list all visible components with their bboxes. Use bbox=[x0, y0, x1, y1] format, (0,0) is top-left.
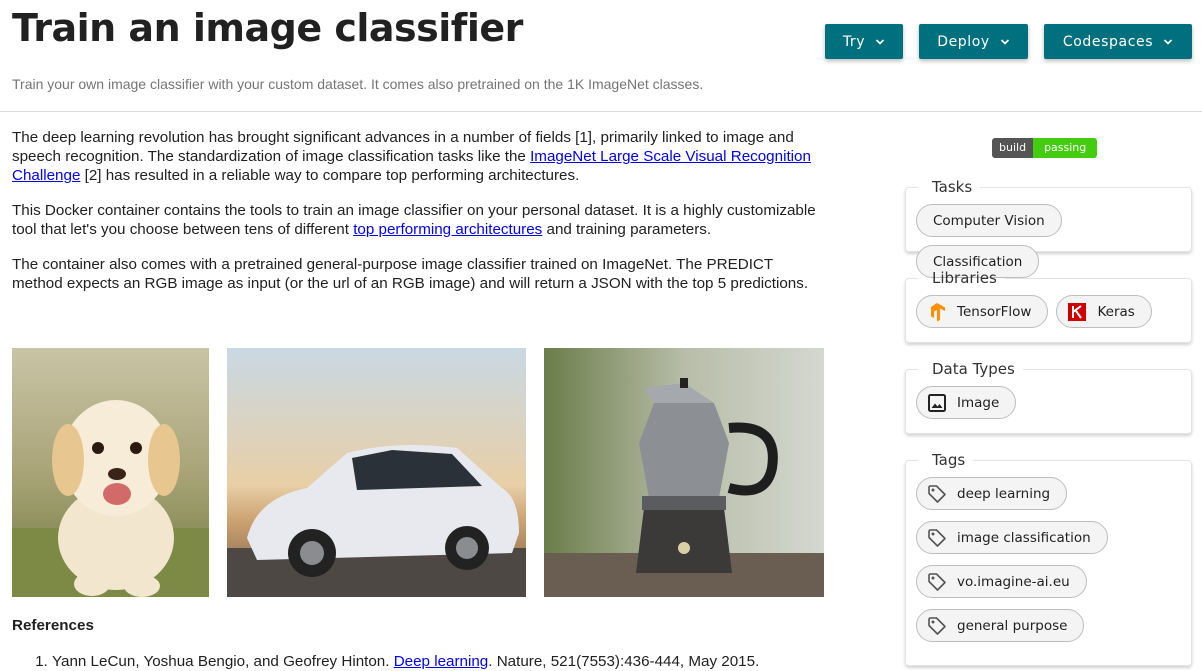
tag-label: deep learning bbox=[957, 485, 1051, 502]
task-chip-computer-vision[interactable]: Computer Vision bbox=[916, 204, 1062, 237]
deploy-button[interactable]: Deploy bbox=[919, 24, 1028, 59]
tensorflow-icon bbox=[927, 302, 947, 322]
example-images bbox=[12, 348, 824, 597]
tag-label: vo.imagine-ai.eu bbox=[957, 573, 1070, 590]
reference-item: Yann LeCun, Yoshua Bengio, and Geofrey H… bbox=[52, 652, 759, 671]
reference-text: Yann LeCun, Yoshua Bengio, and Geofrey H… bbox=[52, 653, 394, 670]
tasks-title: Tasks bbox=[932, 178, 973, 196]
action-buttons: Try Deploy Codespaces bbox=[0, 24, 1202, 60]
badge-label: build bbox=[992, 138, 1034, 158]
tag-chip[interactable]: vo.imagine-ai.eu bbox=[916, 565, 1087, 598]
page-header: Train an image classifier Train your own… bbox=[0, 0, 1202, 112]
paragraph-text: [2] has resulted in a reliable way to co… bbox=[80, 167, 580, 184]
libraries-card: Libraries TensorFlow Keras bbox=[905, 269, 1192, 343]
paragraph-intro: The deep learning revolution has brought… bbox=[12, 128, 824, 185]
data-type-chip-image[interactable]: Image bbox=[916, 386, 1017, 419]
tag-label: general purpose bbox=[957, 617, 1068, 634]
badge-status: passing bbox=[1033, 138, 1098, 158]
coffee-pot-photo bbox=[544, 348, 824, 597]
data-types-title: Data Types bbox=[932, 360, 1015, 378]
references-heading: References bbox=[12, 617, 94, 634]
data-types-chips: Image bbox=[916, 378, 1191, 419]
chevron-down-icon bbox=[1164, 38, 1173, 45]
paragraph-container: This Docker container contains the tools… bbox=[12, 201, 824, 239]
build-status-badge[interactable]: build passing bbox=[992, 138, 1098, 158]
tag-icon bbox=[927, 528, 947, 548]
tag-icon bbox=[927, 572, 947, 592]
architectures-link[interactable]: top performing architectures bbox=[353, 221, 542, 238]
tags-title: Tags bbox=[932, 451, 966, 469]
library-chip-keras[interactable]: Keras bbox=[1056, 295, 1152, 328]
paragraph-pretrained: The container also comes with a pretrain… bbox=[12, 256, 809, 292]
data-type-label: Image bbox=[957, 394, 1000, 411]
tasks-card: Tasks Computer Vision Classification bbox=[905, 178, 1192, 278]
data-types-card: Data Types Image bbox=[905, 360, 1192, 434]
tag-chip[interactable]: image classification bbox=[916, 521, 1108, 554]
try-button-label: Try bbox=[842, 33, 866, 50]
description: The deep learning revolution has brought… bbox=[12, 128, 824, 309]
car-photo bbox=[227, 348, 526, 597]
tag-icon bbox=[927, 616, 947, 636]
libraries-chips: TensorFlow Keras bbox=[916, 287, 1191, 328]
tags-card: Tags deep learning image classification … bbox=[905, 451, 1192, 666]
references-list: Yann LeCun, Yoshua Bengio, and Geofrey H… bbox=[12, 652, 759, 671]
try-button[interactable]: Try bbox=[825, 24, 903, 59]
page-subtitle: Train your own image classifier with you… bbox=[12, 76, 704, 92]
codespaces-button-label: Codespaces bbox=[1062, 33, 1154, 50]
tasks-chips: Computer Vision Classification bbox=[916, 196, 1191, 278]
tag-icon bbox=[927, 484, 947, 504]
paragraph-text: and training parameters. bbox=[542, 221, 712, 238]
library-label: TensorFlow bbox=[957, 303, 1032, 320]
tags-chips: deep learning image classification vo.im… bbox=[916, 469, 1191, 642]
tag-label: image classification bbox=[957, 529, 1091, 546]
library-label: Keras bbox=[1097, 303, 1135, 320]
tag-chip[interactable]: deep learning bbox=[916, 477, 1068, 510]
codespaces-button[interactable]: Codespaces bbox=[1044, 24, 1192, 59]
deploy-button-label: Deploy bbox=[937, 33, 990, 50]
reference-text: . Nature, 521(7553):436-444, May 2015. bbox=[488, 653, 760, 670]
chevron-down-icon bbox=[1000, 38, 1009, 45]
image-icon bbox=[927, 393, 947, 413]
tag-chip[interactable]: general purpose bbox=[916, 609, 1085, 642]
keras-icon bbox=[1067, 302, 1087, 322]
library-chip-tensorflow[interactable]: TensorFlow bbox=[916, 295, 1049, 328]
puppy-photo bbox=[12, 348, 209, 597]
libraries-title: Libraries bbox=[932, 269, 997, 287]
deep-learning-link[interactable]: Deep learning bbox=[394, 653, 489, 670]
chevron-down-icon bbox=[876, 38, 885, 45]
